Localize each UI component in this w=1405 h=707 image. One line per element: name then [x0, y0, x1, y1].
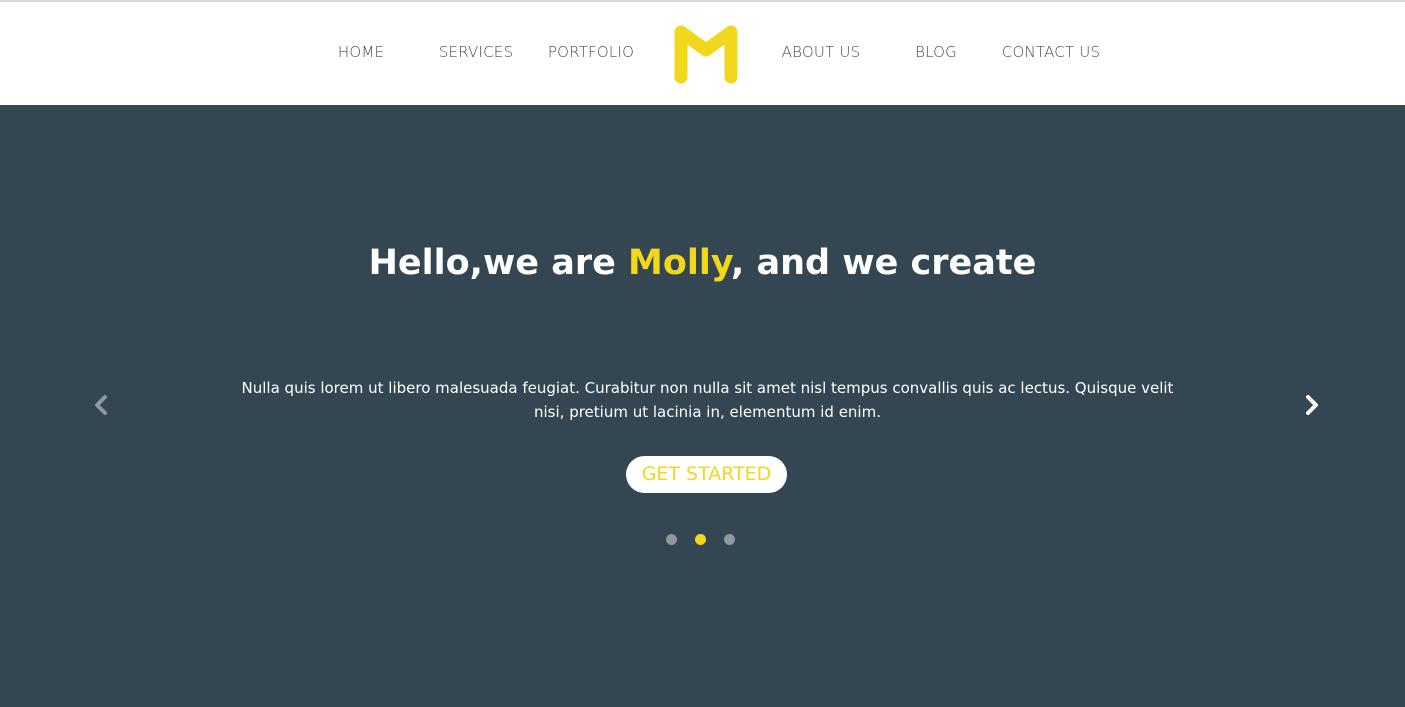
nav-blog[interactable]: BLOG: [876, 43, 996, 61]
nav-home[interactable]: HOME: [301, 43, 421, 61]
headline-prefix: Hello,we are: [368, 243, 629, 283]
nav-services[interactable]: SERVICES: [416, 43, 536, 61]
nav-about-us[interactable]: ABOUT US: [761, 43, 881, 61]
headline-brand-name: Molly: [628, 243, 732, 283]
slider-dot-3[interactable]: [724, 534, 735, 545]
chevron-left-icon[interactable]: [90, 393, 114, 417]
slider-dot-2[interactable]: [695, 534, 706, 545]
nav-contact-us[interactable]: CONTACT US: [991, 43, 1111, 61]
site-header: HOME SERVICES PORTFOLIO ABOUT US BLOG CO…: [0, 2, 1405, 105]
hero-description: Nulla quis lorem ut libero malesuada feu…: [241, 379, 1174, 421]
chevron-right-icon[interactable]: [1299, 393, 1323, 417]
slider-dot-1[interactable]: [666, 534, 677, 545]
hero-slider: Hello,we are Molly, and we create Nulla …: [0, 105, 1405, 707]
get-started-button[interactable]: GET STARTED: [626, 456, 787, 493]
m-logo-icon[interactable]: [672, 23, 740, 87]
hero-headline: Hello,we are Molly, and we create: [0, 243, 1405, 283]
headline-suffix: , and we create: [731, 243, 1037, 283]
nav-portfolio[interactable]: PORTFOLIO: [531, 43, 651, 61]
